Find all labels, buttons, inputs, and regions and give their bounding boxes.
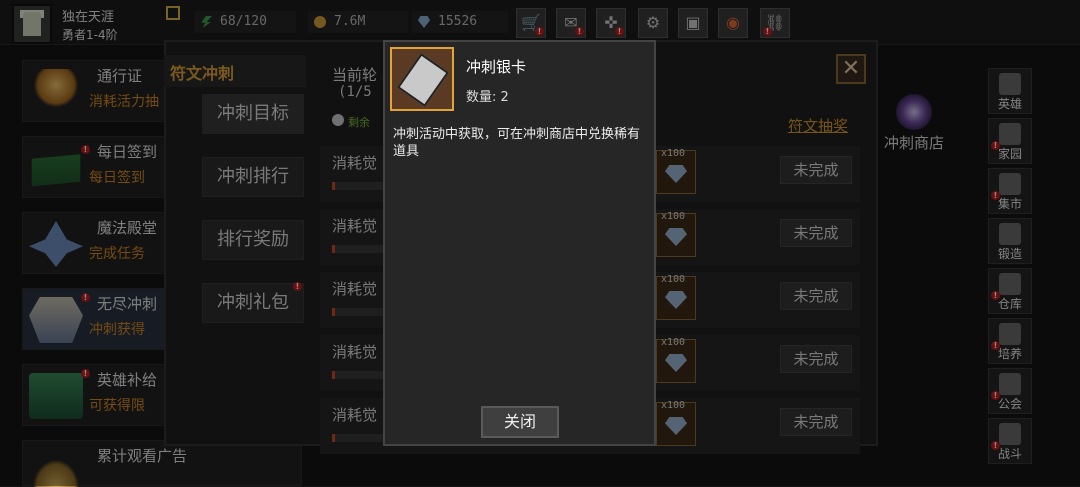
silver-card-icon <box>397 53 449 107</box>
modal-close-button[interactable]: 关闭 <box>481 406 559 438</box>
item-description: 冲刺活动中获取，可在冲刺商店中兑换稀有道具 <box>393 127 641 159</box>
item-icon-frame <box>390 47 454 111</box>
item-quantity: 数量: 2 <box>466 90 509 105</box>
item-name: 冲刺银卡 <box>466 58 527 76</box>
